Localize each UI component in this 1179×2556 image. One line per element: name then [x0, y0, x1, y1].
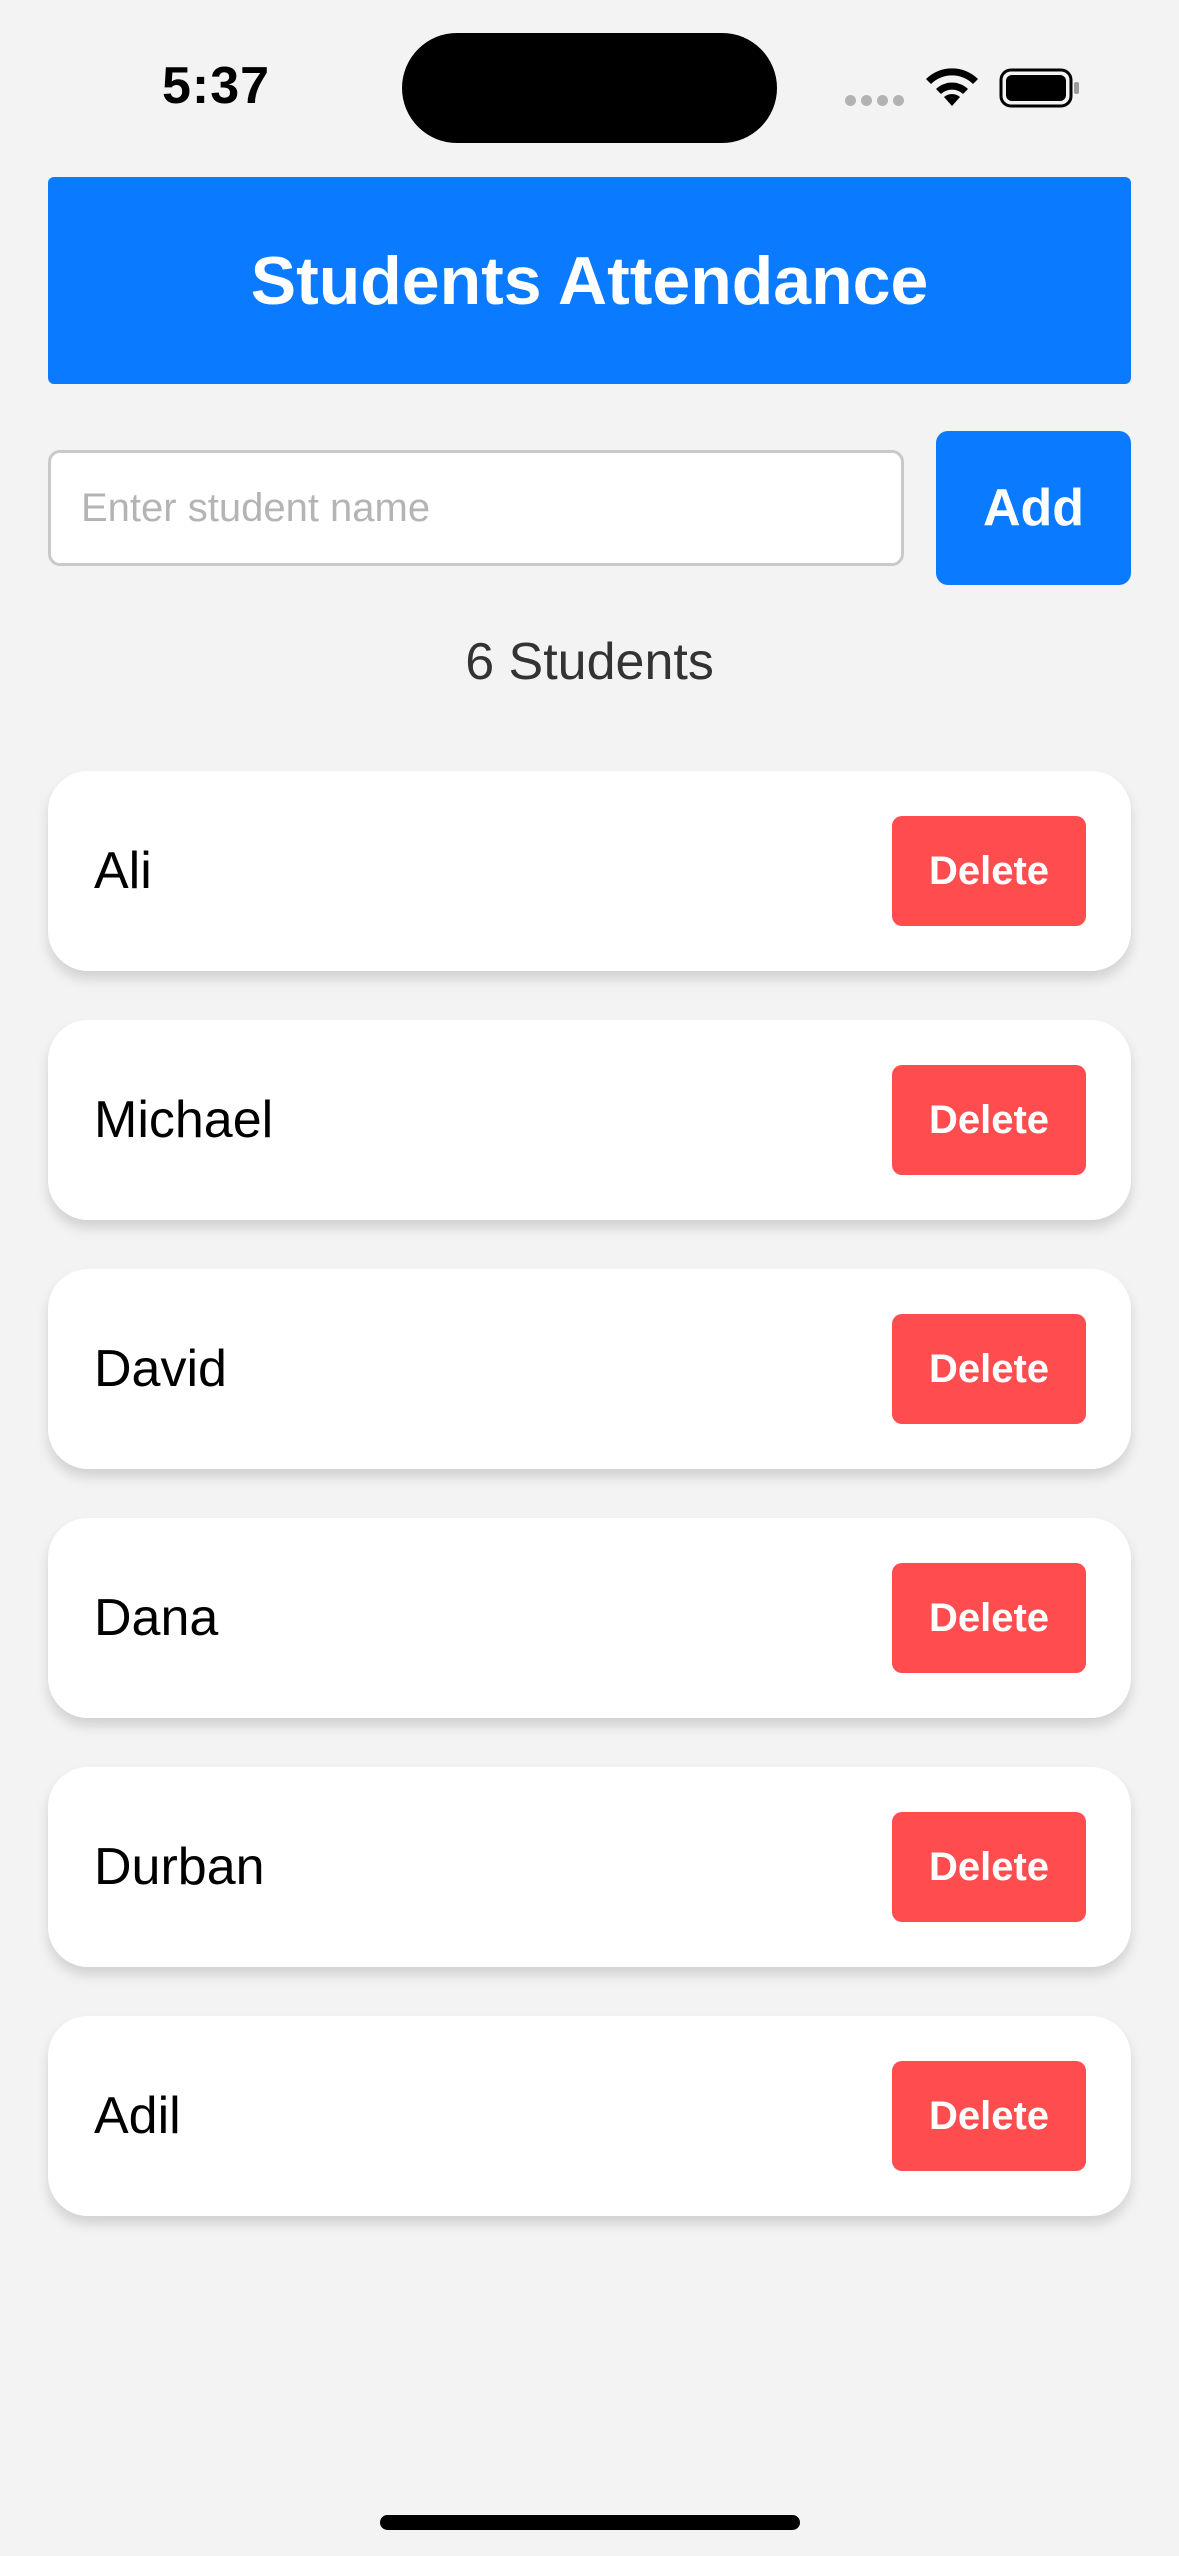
student-card: Michael Delete: [48, 1020, 1131, 1220]
delete-student-button[interactable]: Delete: [892, 1314, 1086, 1424]
battery-icon: [999, 68, 1079, 108]
delete-student-button[interactable]: Delete: [892, 1065, 1086, 1175]
wifi-icon: [926, 68, 978, 106]
page-title: Students Attendance: [250, 242, 929, 319]
student-card: David Delete: [48, 1269, 1131, 1469]
add-student-button[interactable]: Add: [936, 431, 1131, 585]
student-name: Durban: [94, 1838, 265, 1896]
student-name: Dana: [94, 1589, 219, 1647]
student-card: Durban Delete: [48, 1767, 1131, 1967]
student-name: David: [94, 1340, 227, 1398]
delete-student-button[interactable]: Delete: [892, 1563, 1086, 1673]
student-list: Ali Delete Michael Delete David Delete D…: [48, 771, 1131, 2265]
student-name: Michael: [94, 1091, 274, 1149]
status-bar: 5:37: [0, 0, 1179, 170]
student-name: Ali: [94, 842, 152, 900]
student-count: 6 Students: [465, 633, 714, 691]
student-card: Ali Delete: [48, 771, 1131, 971]
student-card: Adil Delete: [48, 2016, 1131, 2216]
student-name-input[interactable]: [48, 450, 904, 566]
delete-student-button[interactable]: Delete: [892, 816, 1086, 926]
status-time: 5:37: [162, 57, 271, 115]
home-indicator[interactable]: [380, 2515, 800, 2530]
delete-student-button[interactable]: Delete: [892, 1812, 1086, 1922]
cellular-signal-icon: [845, 95, 905, 106]
student-name: Adil: [94, 2087, 181, 2145]
dynamic-island: [402, 33, 777, 143]
delete-student-button[interactable]: Delete: [892, 2061, 1086, 2171]
student-card: Dana Delete: [48, 1518, 1131, 1718]
app-header: Students Attendance: [48, 177, 1131, 384]
